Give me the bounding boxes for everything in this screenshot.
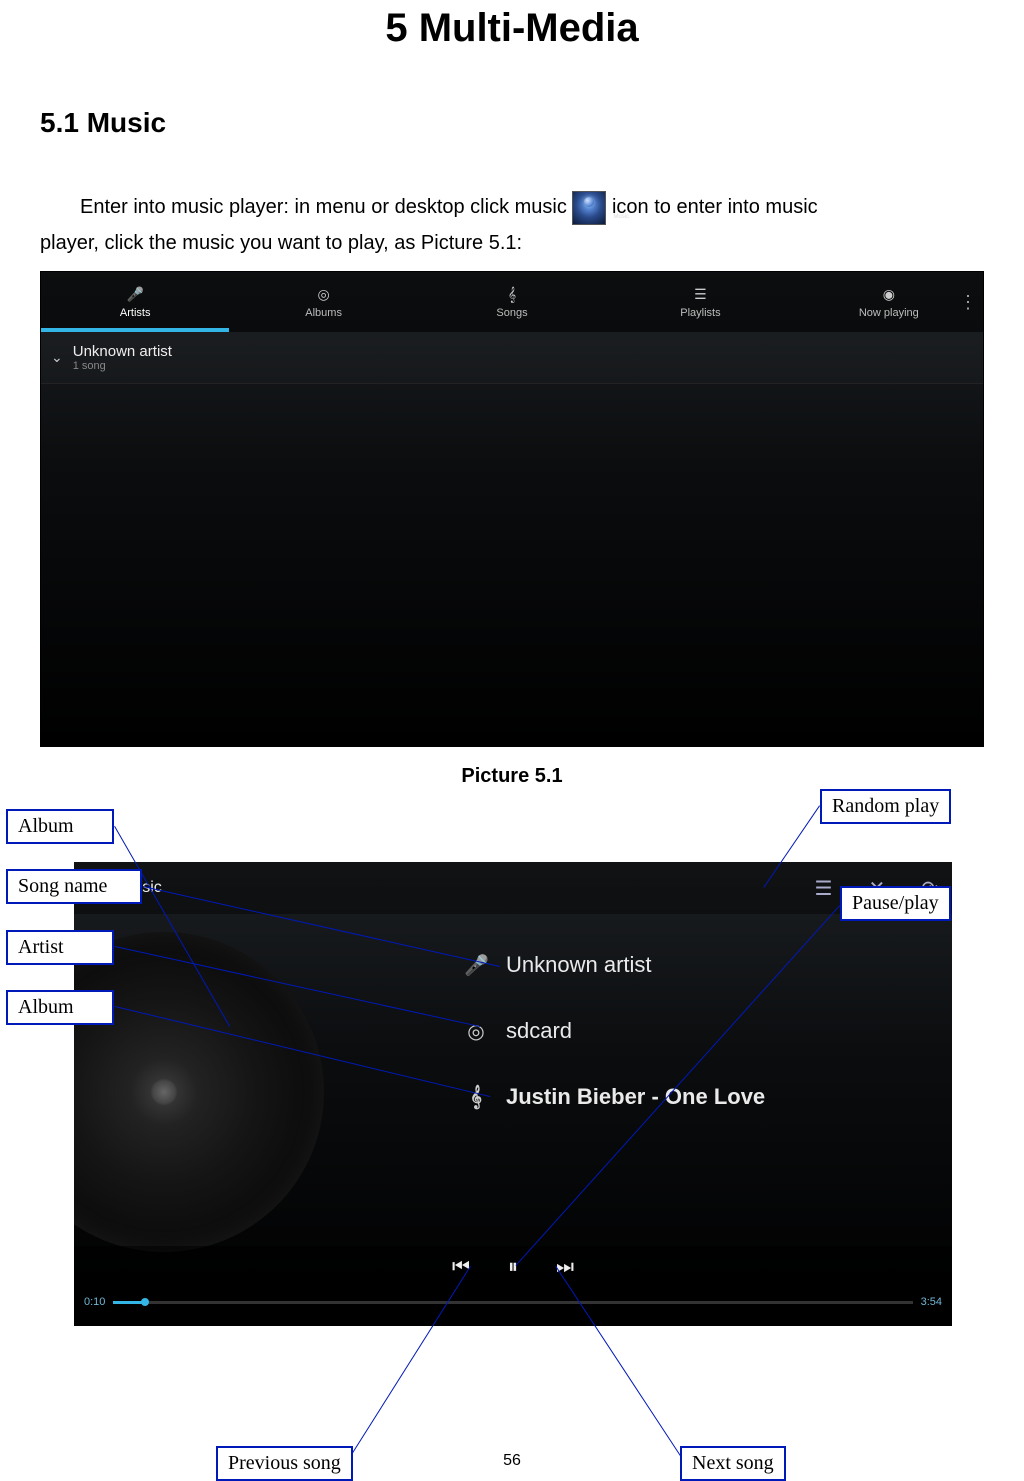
now-playing-top-bar: ‹ Music ☰ ✕ ⟳ bbox=[74, 862, 952, 914]
callout-song-name: Song name bbox=[6, 869, 142, 904]
now-playing-artist: Unknown artist bbox=[506, 952, 652, 978]
meta-artist-row: 🎤 Unknown artist bbox=[464, 952, 765, 978]
page-number: 56 bbox=[503, 1452, 521, 1470]
artists-icon: 🎤 bbox=[126, 286, 143, 303]
figure-caption-1: Picture 5.1 bbox=[0, 765, 1024, 788]
songs-icon: 𝄞 bbox=[508, 286, 516, 303]
chevron-down-icon: ⌄ bbox=[51, 349, 63, 366]
play-pause-button[interactable]: ⏸ bbox=[508, 1256, 518, 1279]
next-button[interactable]: ⏭ bbox=[556, 1256, 574, 1279]
tab-songs-label: Songs bbox=[496, 307, 527, 319]
meta-album-row: ◎ sdcard bbox=[464, 1018, 765, 1044]
callout-random-play: Random play bbox=[820, 789, 951, 824]
playlists-icon: ☰ bbox=[694, 286, 707, 303]
treble-clef-icon: 𝄞 bbox=[464, 1086, 488, 1109]
screenshot-music-library: 🎤 Artists ◎ Albums 𝄞 Songs ☰ Playlists ◉… bbox=[40, 271, 984, 747]
overflow-menu-button[interactable]: ⋮ bbox=[953, 272, 983, 332]
section-title: 5.1 Music bbox=[40, 107, 1024, 139]
tab-now-playing-label: Now playing bbox=[859, 307, 919, 319]
tab-songs[interactable]: 𝄞 Songs bbox=[418, 272, 606, 332]
tab-artists-label: Artists bbox=[120, 307, 151, 319]
tab-playlists[interactable]: ☰ Playlists bbox=[606, 272, 794, 332]
artist-song-count: 1 song bbox=[73, 360, 172, 372]
tab-albums[interactable]: ◎ Albums bbox=[229, 272, 417, 332]
mic-icon: 🎤 bbox=[464, 953, 488, 978]
active-tab-indicator bbox=[41, 328, 229, 332]
chapter-title: 5 Multi-Media bbox=[0, 6, 1024, 51]
now-playing-album: sdcard bbox=[506, 1018, 572, 1044]
progress-thumb[interactable] bbox=[141, 1298, 149, 1306]
intro-text-3: player, click the music you want to play… bbox=[40, 225, 984, 261]
callout-pause-play: Pause/play bbox=[840, 886, 951, 921]
screenshot-now-playing: ‹ Music ☰ ✕ ⟳ 🎤 Unknown artist ◎ sdcard … bbox=[74, 862, 952, 1326]
now-playing-icon: ◉ bbox=[883, 286, 895, 303]
artist-list-item[interactable]: ⌄ Unknown artist 1 song bbox=[41, 332, 983, 384]
playback-control-area: ⏮ ⏸ ⏭ 0:10 3:54 bbox=[74, 1246, 952, 1326]
library-tabs: 🎤 Artists ◎ Albums 𝄞 Songs ☰ Playlists ◉… bbox=[41, 272, 983, 332]
callout-next-song: Next song bbox=[680, 1446, 786, 1481]
artist-name: Unknown artist bbox=[73, 343, 172, 360]
callout-album-bottom: Album bbox=[6, 990, 114, 1025]
intro-paragraph: Enter into music player: in menu or desk… bbox=[40, 189, 984, 261]
meta-song-row: 𝄞 Justin Bieber - One Love bbox=[464, 1084, 765, 1110]
callout-previous-song: Previous song bbox=[216, 1446, 353, 1481]
callout-album-top: Album bbox=[6, 809, 114, 844]
intro-text-1: Enter into music player: in menu or desk… bbox=[80, 196, 572, 218]
albums-icon: ◎ bbox=[318, 286, 330, 303]
time-total: 3:54 bbox=[921, 1296, 942, 1308]
time-elapsed: 0:10 bbox=[84, 1296, 105, 1308]
album-art bbox=[74, 932, 324, 1252]
tab-albums-label: Albums bbox=[305, 307, 342, 319]
progress-bar[interactable] bbox=[113, 1301, 912, 1304]
disc-icon: ◎ bbox=[464, 1019, 488, 1044]
tab-playlists-label: Playlists bbox=[680, 307, 720, 319]
now-playing-song: Justin Bieber - One Love bbox=[506, 1084, 765, 1110]
previous-button[interactable]: ⏮ bbox=[452, 1256, 470, 1279]
music-app-icon bbox=[572, 191, 606, 225]
tab-artists[interactable]: 🎤 Artists bbox=[41, 272, 229, 332]
intro-text-2: icon to enter into music bbox=[612, 196, 818, 218]
callout-artist: Artist bbox=[6, 930, 114, 965]
queue-icon[interactable]: ☰ bbox=[815, 876, 833, 901]
